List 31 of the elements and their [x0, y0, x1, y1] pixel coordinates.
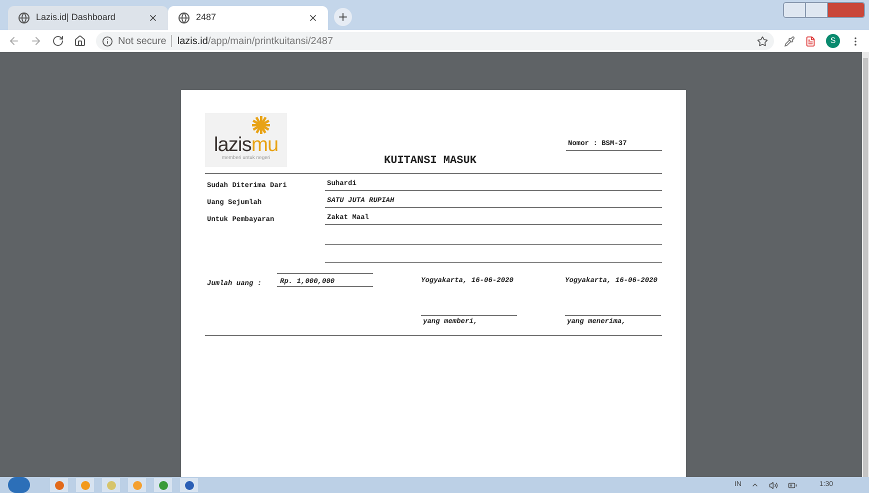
logo-text: lazismu — [214, 135, 278, 155]
sunburst-icon — [250, 115, 272, 135]
tab-title: 2487 — [196, 11, 218, 24]
security-label: Not secure — [118, 34, 166, 48]
close-icon[interactable] — [308, 13, 318, 23]
globe-icon — [178, 12, 190, 24]
info-icon — [102, 36, 113, 46]
profile-avatar[interactable]: S — [826, 34, 840, 48]
browser-tab[interactable]: Lazis.id| Dashboard — [8, 6, 168, 30]
new-tab-button[interactable] — [334, 8, 352, 26]
tray-expand-icon[interactable] — [751, 481, 760, 489]
eyedropper-icon[interactable] — [784, 36, 795, 46]
address-bar[interactable]: Not secure lazis.id/app/main/printkuitansi/2487 — [96, 32, 774, 50]
reload-icon[interactable] — [52, 35, 64, 47]
receipt-title: KUITANSI MASUK — [384, 154, 476, 168]
taskbar-app-icon[interactable] — [50, 478, 68, 492]
start-button[interactable] — [8, 477, 30, 493]
taskbar-app-icon[interactable] — [180, 478, 198, 492]
close-icon[interactable] — [148, 13, 158, 23]
browser-tab[interactable]: 2487 — [168, 6, 328, 30]
taskbar-app-icon[interactable] — [154, 478, 172, 492]
scrollbar[interactable] — [862, 52, 869, 477]
tab-title: Lazis.id| Dashboard — [36, 11, 116, 24]
volume-icon[interactable] — [769, 480, 778, 490]
url-text: lazis.id/app/main/printkuitansi/2487 — [177, 34, 334, 48]
battery-icon[interactable] — [788, 480, 798, 490]
globe-icon — [18, 12, 30, 24]
pdf-icon[interactable] — [805, 36, 816, 46]
plus-icon — [337, 11, 349, 23]
bookmark-star-icon[interactable] — [757, 36, 768, 46]
home-icon[interactable] — [74, 35, 86, 47]
